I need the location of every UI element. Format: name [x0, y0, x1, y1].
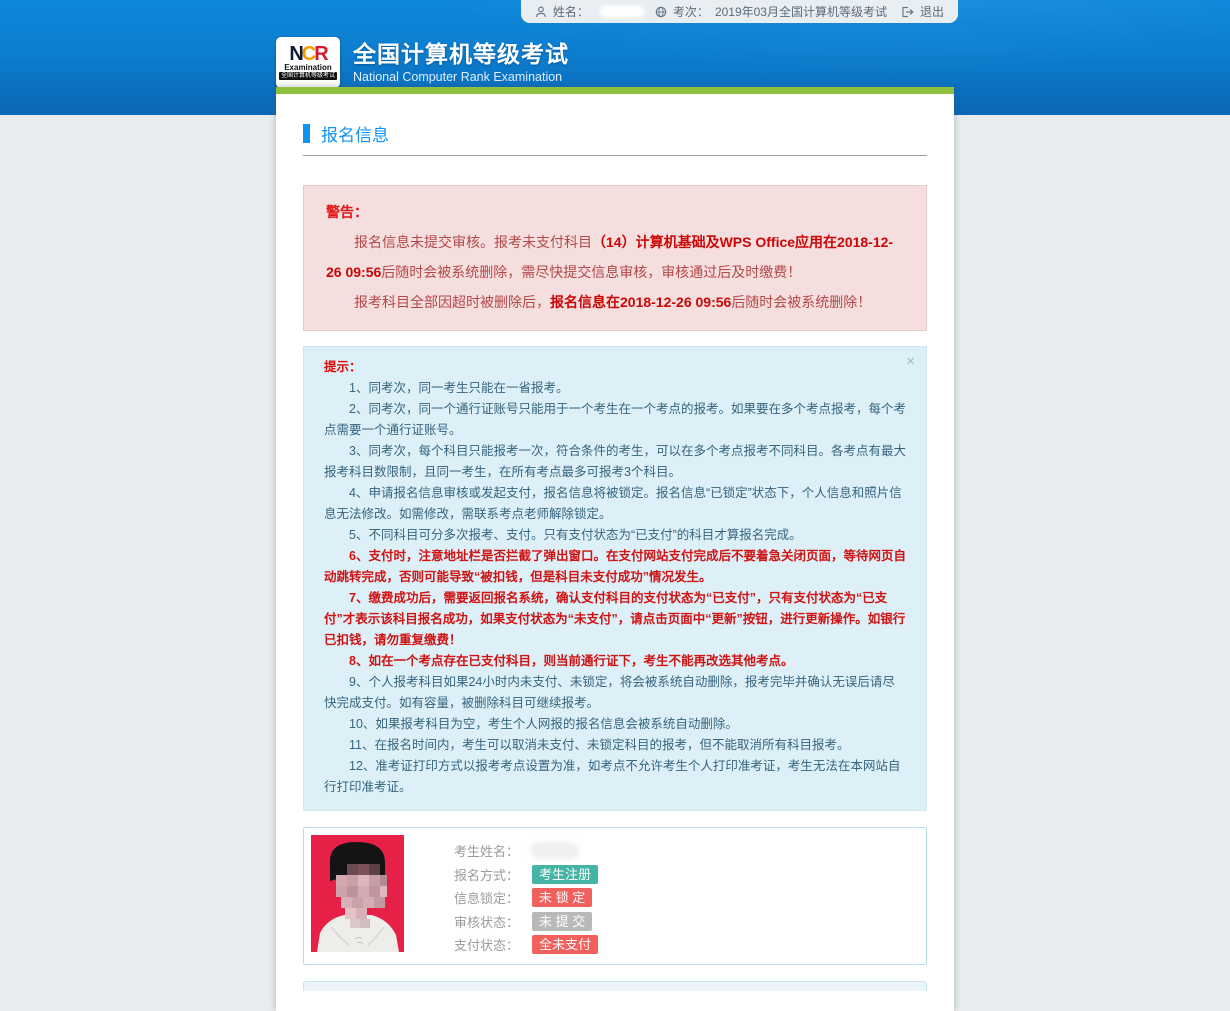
hint-item: 9、个人报考科目如果24小时内未支付、未锁定，将会被系统自动删除，报考完毕并确认…: [324, 672, 906, 714]
hint-item: 12、准考证打印方式以报考考点设置为准，如考点不允许考生个人打印准考证，考生无法…: [324, 756, 906, 798]
field-label: 审核状态：: [454, 912, 532, 931]
status-badge: 未 锁 定: [532, 888, 592, 907]
title-divider: [303, 155, 927, 156]
status-badge: 全未支付: [532, 935, 598, 954]
candidate-photo: [311, 835, 404, 952]
globe-icon: [655, 6, 667, 18]
session-label: 考次：: [673, 3, 709, 20]
hint-item: 4、申请报名信息审核或发起支付，报名信息将被锁定。报名信息“已锁定”状态下，个人…: [324, 483, 906, 525]
next-section-edge: [303, 981, 927, 991]
page-title-marker: [303, 124, 310, 143]
hint-item: 5、不同科目可分多次报考、支付。只有支付状态为“已支付”的科目才算报名完成。: [324, 525, 906, 546]
logo-examination-text: Examination: [284, 63, 332, 72]
candidate-name-censored: [532, 843, 578, 858]
field-label: 支付状态：: [454, 935, 532, 954]
hint-item: 3、同考次，每个科目只能报考一次，符合条件的考生，可以在多个考点报考不同科目。各…: [324, 441, 906, 483]
hint-list: 1、同考次，同一考生只能在一省报考。2、同考次，同一个通行证账号只能用于一个考生…: [324, 378, 906, 798]
status-badge: 未 提 交: [532, 912, 592, 931]
field-label: 信息锁定：: [454, 888, 532, 907]
page-title: 报名信息: [321, 121, 389, 146]
content-panel: 报名信息 警告： 报名信息未提交审核。报考未支付科目（14）计算机基础及WPS …: [276, 87, 954, 1011]
session-value: 2019年03月全国计算机等级考试: [715, 3, 887, 20]
username-label: 姓名：: [553, 3, 589, 20]
hint-item: 11、在报名时间内，考生可以取消未支付、未锁定科目的报考，但不能取消所有科目报考…: [324, 735, 906, 756]
warning-alert: 警告： 报名信息未提交审核。报考未支付科目（14）计算机基础及WPS Offic…: [303, 185, 927, 331]
logout-icon[interactable]: [901, 6, 914, 18]
hint-item: 2、同考次，同一个通行证账号只能用于一个考生在一个考点的报考。如果要在多个考点报…: [324, 399, 906, 441]
hint-alert: × 提示： 1、同考次，同一考生只能在一省报考。2、同考次，同一个通行证账号只能…: [303, 346, 927, 811]
ncre-logo: NCR Examination 全国计算机等级考试: [276, 37, 340, 88]
field-row: 信息锁定：未 锁 定: [454, 886, 598, 910]
username-censored: [599, 5, 645, 18]
hint-item: 1、同考次，同一考生只能在一省报考。: [324, 378, 906, 399]
field-label: 考生姓名：: [454, 841, 532, 860]
field-row: 审核状态：未 提 交: [454, 910, 598, 934]
candidate-fields: 考生姓名：报名方式：考生注册信息锁定：未 锁 定审核状态：未 提 交支付状态：全…: [454, 835, 598, 957]
field-label: 报名方式：: [454, 865, 532, 884]
hint-item: 8、如在一个考点存在已支付科目，则当前通行证下，考生不能再改选其他考点。: [324, 651, 906, 672]
field-row: 考生姓名：: [454, 839, 598, 863]
close-icon[interactable]: ×: [906, 354, 915, 369]
warning-paragraph-1: 报名信息未提交审核。报考未支付科目（14）计算机基础及WPS Office应用在…: [326, 227, 904, 287]
hint-item: 7、缴费成功后，需要返回报名系统，确认支付科目的支付状态为“已支付”，只有支付状…: [324, 588, 906, 651]
warning-paragraph-2: 报考科目全部因超时被删除后，报名信息在2018-12-26 09:56后随时会被…: [326, 287, 904, 317]
hint-heading: 提示：: [324, 357, 906, 378]
logo-caption: 全国计算机等级考试: [279, 72, 337, 80]
user-info-bar: 姓名： 考次： 2019年03月全国计算机等级考试 退出: [521, 0, 958, 23]
site-subtitle: National Computer Rank Examination: [353, 70, 569, 84]
hint-item: 6、支付时，注意地址栏是否拦截了弹出窗口。在支付网站支付完成后不要着急关闭页面，…: [324, 546, 906, 588]
site-title: 全国计算机等级考试: [353, 41, 569, 67]
status-badge: 考生注册: [532, 865, 598, 884]
hint-item: 10、如果报考科目为空，考生个人网报的报名信息会被系统自动删除。: [324, 714, 906, 735]
user-icon: [535, 6, 547, 18]
logout-button[interactable]: 退出: [920, 3, 944, 20]
candidate-card: 考生姓名：报名方式：考生注册信息锁定：未 锁 定审核状态：未 提 交支付状态：全…: [303, 827, 927, 965]
warning-heading: 警告：: [326, 197, 904, 227]
field-row: 支付状态：全未支付: [454, 933, 598, 957]
field-row: 报名方式：考生注册: [454, 863, 598, 887]
